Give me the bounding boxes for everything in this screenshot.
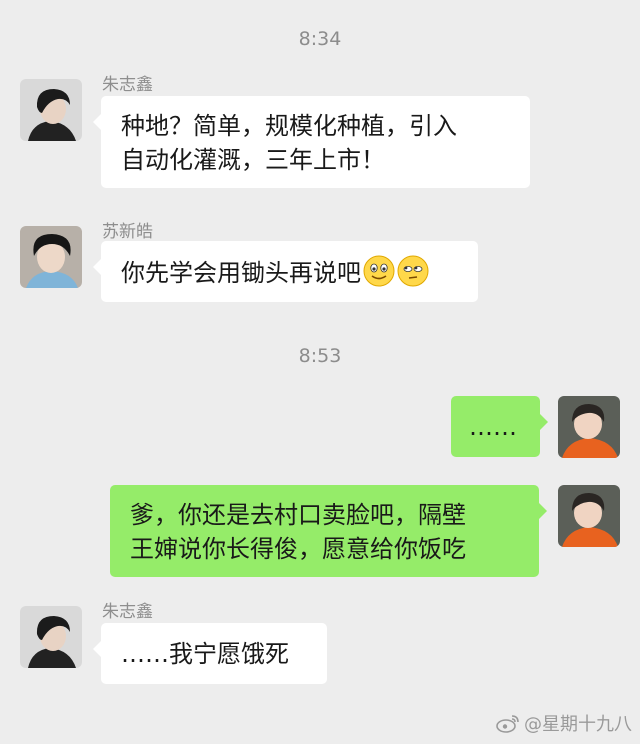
sender-name: 朱志鑫 [102, 75, 153, 95]
avatar-zhu-zhixin[interactable] [20, 606, 82, 668]
avatar-image [20, 606, 82, 668]
timestamp: 8:34 [298, 28, 342, 50]
sender-name: 朱志鑫 [102, 602, 153, 622]
eye-roll-emoji-icon [397, 255, 429, 287]
avatar-image [20, 226, 82, 288]
message-bubble[interactable]: 爹，你还是去村口卖脸吧，隔壁 王婶说你长得俊，愿意给你饭吃 [110, 485, 547, 577]
sender-name: 苏新皓 [102, 222, 153, 242]
watermark-text: @星期十九八 [524, 714, 632, 735]
message-text: 爹，你还是去村口卖脸吧，隔壁 [130, 501, 466, 529]
message-text: 你先学会用锄头再说吧 [121, 259, 361, 287]
message-text: ……我宁愿饿死 [121, 640, 289, 668]
message-bubble[interactable]: …… [451, 396, 548, 457]
message-text: …… [469, 413, 517, 441]
avatar-image [558, 396, 620, 458]
avatar-self[interactable] [558, 485, 620, 547]
message-bubble[interactable]: ……我宁愿饿死 [93, 623, 327, 684]
avatar-zhu-zhixin[interactable] [20, 79, 82, 141]
message-text: 王婶说你长得俊，愿意给你饭吃 [130, 535, 466, 563]
smile-emoji-icon [363, 255, 395, 287]
message-bubble[interactable]: 你先学会用锄头再说吧 [93, 241, 478, 302]
avatar-su-xinhao[interactable] [20, 226, 82, 288]
weibo-watermark: @星期十九八 [496, 710, 632, 736]
message-text: 种地？简单，规模化种植，引入 [121, 112, 457, 140]
message-bubble[interactable]: 种地？简单，规模化种植，引入 自动化灌溉，三年上市！ [93, 96, 530, 188]
avatar-self[interactable] [558, 396, 620, 458]
timestamp: 8:53 [298, 345, 342, 367]
avatar-image [558, 485, 620, 547]
message-text: 自动化灌溉，三年上市！ [121, 146, 385, 174]
weibo-icon [496, 713, 520, 733]
avatar-image [20, 79, 82, 141]
